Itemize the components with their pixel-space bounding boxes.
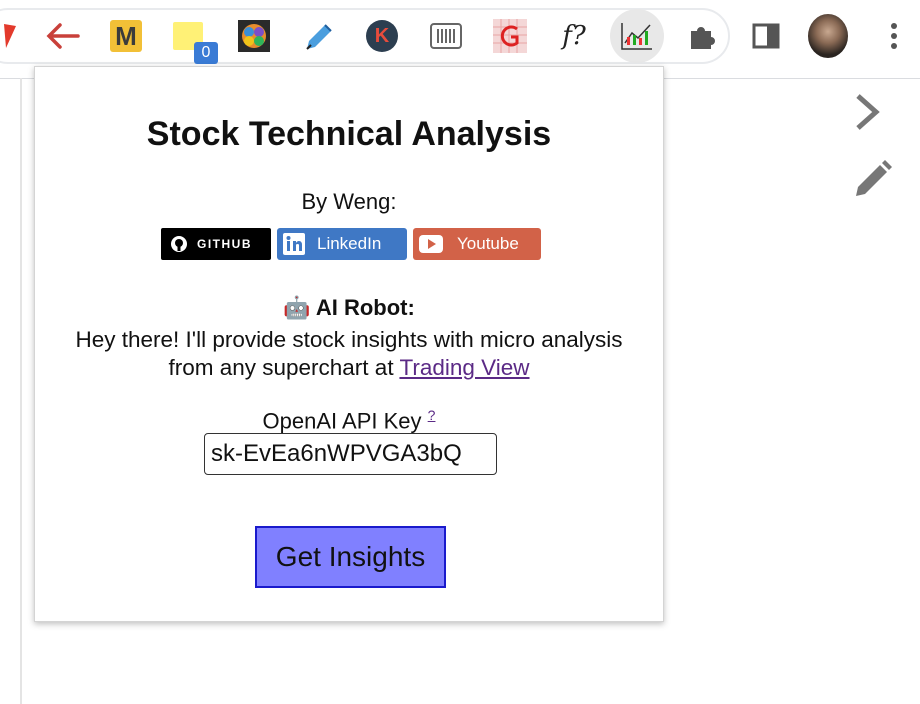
kebab-menu-icon[interactable] bbox=[874, 16, 914, 56]
github-icon bbox=[171, 236, 187, 252]
f-question-icon[interactable]: f? bbox=[554, 16, 594, 56]
trading-view-link[interactable]: Trading View bbox=[399, 355, 529, 380]
youtube-label: Youtube bbox=[457, 234, 519, 253]
extension-popup: Stock Technical Analysis By Weng: GITHUB… bbox=[34, 66, 664, 622]
puzzle-icon[interactable] bbox=[682, 16, 722, 56]
linkedin-icon bbox=[283, 233, 305, 255]
api-key-label: OpenAI API Key ? bbox=[35, 407, 663, 434]
api-key-label-text: OpenAI API Key bbox=[262, 408, 422, 434]
red-check-icon[interactable] bbox=[0, 16, 26, 56]
sidepanel-icon[interactable] bbox=[746, 16, 786, 56]
sticky-count-badge: 0 bbox=[194, 42, 218, 64]
grid-g-icon[interactable] bbox=[490, 16, 530, 56]
k-letter: K bbox=[366, 20, 398, 52]
pencil-icon[interactable] bbox=[854, 160, 892, 203]
youtube-badge[interactable]: Youtube bbox=[413, 228, 541, 260]
ai-robot-heading: 🤖 AI Robot: bbox=[35, 295, 663, 321]
m-letter: M bbox=[110, 20, 142, 52]
avatar[interactable] bbox=[808, 14, 848, 58]
robot-title-text: AI Robot: bbox=[315, 295, 415, 320]
brain-icon[interactable] bbox=[234, 16, 274, 56]
page-divider bbox=[20, 78, 22, 704]
description: Hey there! I'll provide stock insights w… bbox=[75, 326, 623, 382]
github-label: GITHUB bbox=[197, 237, 252, 251]
social-badges: GITHUB LinkedIn Youtube bbox=[161, 228, 541, 260]
k-icon[interactable]: K bbox=[362, 16, 402, 56]
back-arrow-icon[interactable] bbox=[42, 16, 82, 56]
barcode-icon[interactable] bbox=[426, 16, 466, 56]
linkedin-label: LinkedIn bbox=[317, 234, 382, 253]
pen-icon[interactable] bbox=[298, 16, 338, 56]
api-key-input[interactable]: sk-EvEa6nWPVGA3bQ bbox=[204, 433, 497, 475]
github-badge[interactable]: GITHUB bbox=[161, 228, 271, 260]
popup-title: Stock Technical Analysis bbox=[146, 115, 552, 153]
get-insights-button[interactable]: Get Insights bbox=[255, 526, 446, 588]
youtube-icon bbox=[419, 235, 443, 253]
chevron-right-icon[interactable] bbox=[852, 92, 882, 137]
fx-text: f? bbox=[562, 21, 586, 51]
api-help-link[interactable]: ? bbox=[428, 407, 436, 423]
author-byline: By Weng: bbox=[301, 189, 397, 214]
description-text: Hey there! I'll provide stock insights w… bbox=[75, 327, 623, 380]
linkedin-badge[interactable]: LinkedIn bbox=[277, 228, 407, 260]
stock-chart-icon[interactable] bbox=[610, 9, 664, 63]
robot-icon: 🤖 bbox=[283, 295, 311, 320]
m-extension-icon[interactable]: M bbox=[106, 16, 146, 56]
